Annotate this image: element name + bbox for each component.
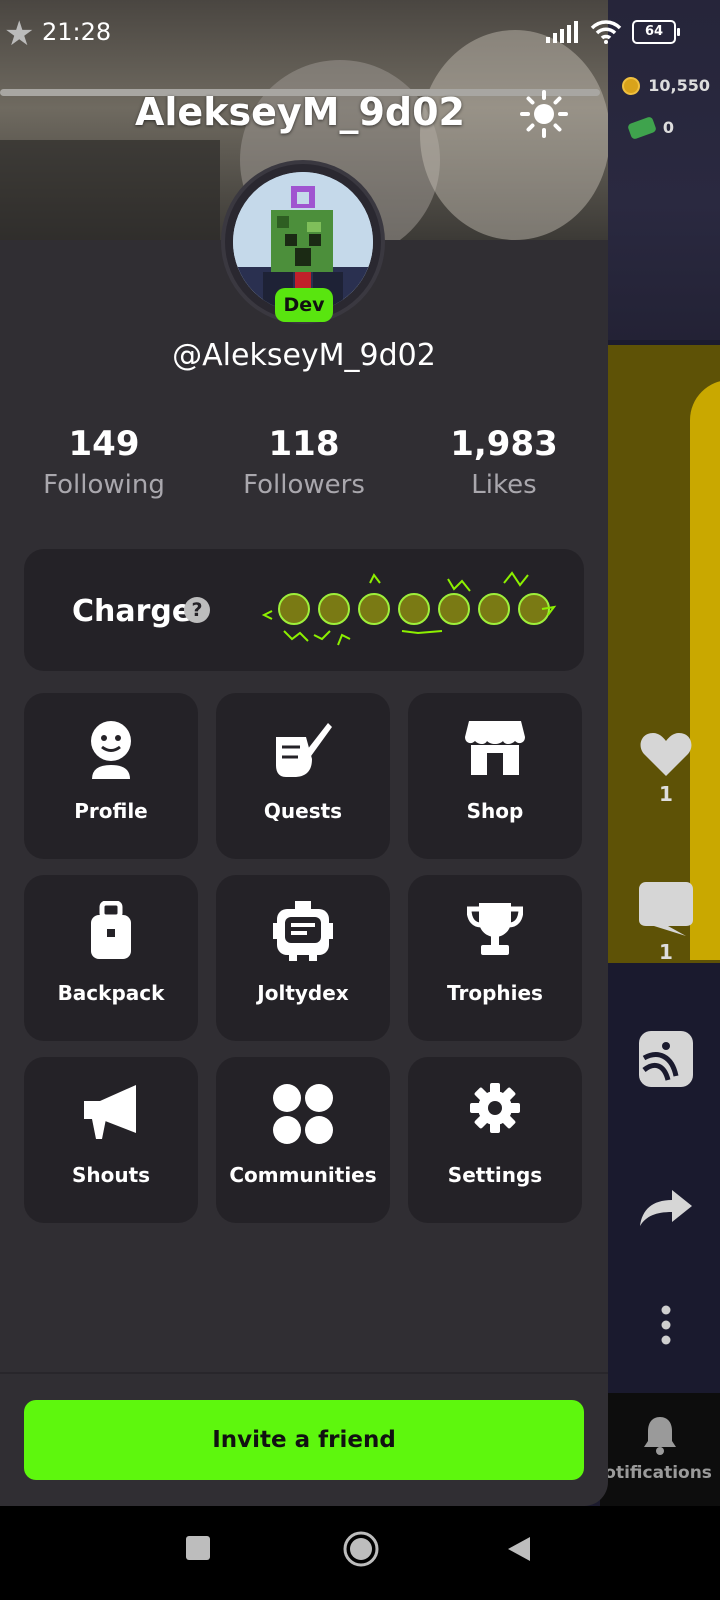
stat-likes[interactable]: 1,983 Likes	[404, 424, 604, 500]
stat-value: 118	[268, 424, 340, 464]
cash-icon	[626, 115, 657, 140]
menu-trophies[interactable]: Trophies	[408, 875, 582, 1041]
menu-communities-label: Communities	[229, 1163, 377, 1187]
recents-button[interactable]	[185, 1535, 211, 1561]
menu-joltydex-label: Joltydex	[257, 981, 349, 1005]
megaphone-icon	[24, 1083, 198, 1149]
gear-icon	[408, 1083, 582, 1149]
share-button[interactable]	[634, 1188, 698, 1228]
coin-icon	[622, 76, 641, 95]
back-button[interactable]	[506, 1535, 532, 1563]
video-thumbnail-shape	[690, 380, 720, 960]
backpack-icon	[24, 901, 198, 967]
tab-notifications[interactable]: Notifications	[600, 1415, 720, 1483]
menu-shouts-label: Shouts	[71, 1163, 151, 1187]
stat-value: 1,983	[450, 424, 558, 464]
status-bar: ★ 21:28 64	[0, 0, 720, 70]
trophy-icon	[408, 901, 582, 967]
coin-balance: 10,550	[622, 76, 710, 95]
coin-balance-value: 10,550	[648, 76, 710, 95]
sun-icon	[520, 90, 568, 138]
charge-orb	[398, 593, 430, 625]
menu-communities[interactable]: Communities	[216, 1057, 390, 1223]
comment-count: 1	[659, 940, 673, 964]
charge-orb	[478, 593, 510, 625]
divider	[0, 1372, 608, 1374]
role-badge: Dev	[275, 288, 333, 322]
battery-icon: 64	[632, 20, 680, 44]
comment-icon	[639, 882, 693, 936]
menu-settings[interactable]: Settings	[408, 1057, 582, 1223]
signal-icon	[546, 21, 578, 43]
more-button[interactable]	[634, 1305, 698, 1345]
status-indicators: 64	[546, 20, 680, 44]
menu-profile-label: Profile	[74, 799, 148, 823]
profile-drawer: AlekseyM_9d02 Dev @AlekseyM_9d02 149 Fol…	[0, 0, 608, 1506]
menu-profile[interactable]: Profile	[24, 693, 198, 859]
drawer-title: AlekseyM_9d02	[135, 90, 465, 134]
comment-button[interactable]: 1	[634, 880, 698, 964]
wifi-icon	[590, 20, 622, 44]
heart-icon	[640, 733, 692, 776]
menu-backpack[interactable]: Backpack	[24, 875, 198, 1041]
quests-icon	[216, 719, 390, 785]
joltydex-icon	[216, 901, 390, 967]
remix-icon	[639, 1031, 693, 1087]
home-button[interactable]	[342, 1530, 380, 1568]
stat-followers[interactable]: 118 Followers	[204, 424, 404, 500]
charge-meter	[261, 571, 557, 646]
banner-art	[0, 140, 220, 240]
tab-notifications-label: Notifications	[600, 1463, 712, 1483]
cash-balance-value: 0	[662, 118, 674, 137]
menu-settings-label: Settings	[447, 1163, 543, 1187]
charge-orb	[318, 593, 350, 625]
theme-toggle-button[interactable]	[520, 90, 568, 138]
help-icon[interactable]: ?	[184, 597, 210, 623]
stat-following[interactable]: 149 Following	[4, 424, 204, 500]
menu-shop-label: Shop	[466, 799, 524, 823]
stat-label: Followers	[243, 470, 365, 500]
stat-label: Likes	[471, 470, 537, 500]
cash-balance: 0	[626, 115, 674, 140]
invite-friend-button[interactable]: Invite a friend	[24, 1400, 584, 1480]
like-count: 1	[659, 782, 673, 806]
menu-shouts[interactable]: Shouts	[24, 1057, 198, 1223]
remix-button[interactable]	[634, 1030, 698, 1088]
shop-icon	[408, 719, 582, 785]
status-time: 21:28	[42, 18, 112, 46]
share-icon	[640, 1190, 692, 1226]
stat-label: Following	[43, 470, 165, 500]
star-icon: ★	[4, 14, 35, 54]
profile-icon	[24, 719, 198, 785]
menu-quests[interactable]: Quests	[216, 693, 390, 859]
menu-trophies-label: Trophies	[447, 981, 543, 1005]
bell-icon	[644, 1417, 676, 1455]
stat-value: 149	[68, 424, 140, 464]
like-button[interactable]: 1	[634, 730, 698, 806]
communities-icon	[216, 1083, 390, 1149]
menu-quests-label: Quests	[263, 799, 343, 823]
menu-joltydex[interactable]: Joltydex	[216, 875, 390, 1041]
charge-orb	[358, 593, 390, 625]
battery-level: 64	[644, 24, 664, 39]
system-navigation-bar	[0, 1506, 720, 1600]
charge-label: Charge	[72, 594, 193, 629]
charge-orb	[278, 593, 310, 625]
charge-card[interactable]: Charge ?	[24, 549, 584, 671]
charge-orb	[438, 593, 470, 625]
user-handle: @AlekseyM_9d02	[172, 338, 436, 373]
menu-backpack-label: Backpack	[57, 981, 165, 1005]
menu-shop[interactable]: Shop	[408, 693, 582, 859]
more-vertical-icon	[661, 1305, 671, 1345]
